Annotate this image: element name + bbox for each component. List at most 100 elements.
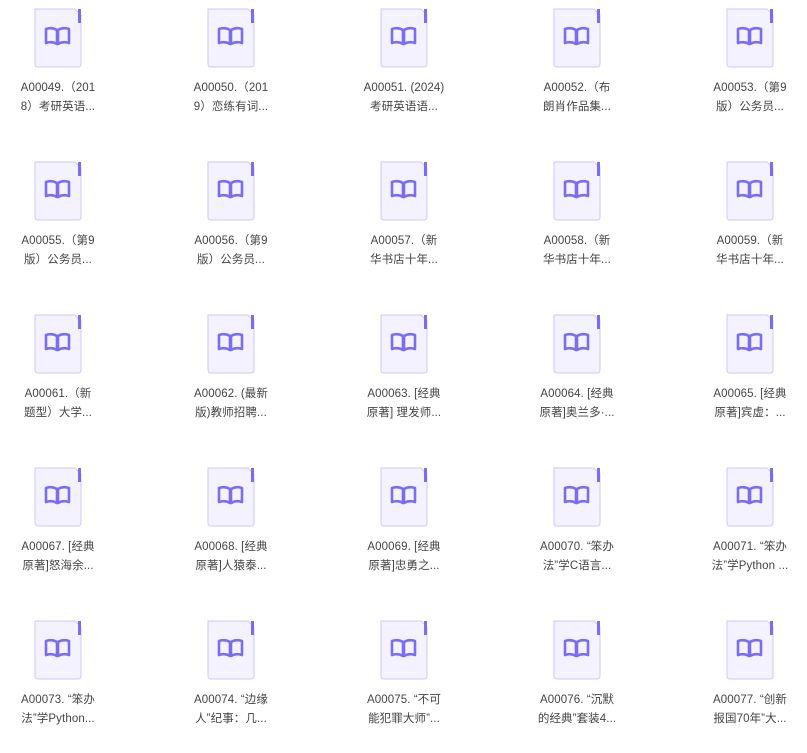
file-name-line2: 人”纪事：几... (195, 713, 267, 725)
file-name-line1: A00057.（新 (370, 235, 438, 247)
file-name-line2: 原著]宾虚：... (714, 407, 786, 419)
book-file-icon (377, 161, 431, 221)
file-item[interactable]: A00076. “沉默 的经典”套装4... (512, 613, 642, 753)
book-file-icon (377, 467, 431, 527)
book-file-icon (550, 467, 604, 527)
file-item[interactable]: A00056.（第9 版）公务员... (166, 154, 296, 294)
file-name-line1: A00062. (最新 (194, 388, 268, 400)
file-name: A00056.（第9 版）公务员... (166, 232, 296, 270)
file-name: A00067. [经典 原著]怒海余... (0, 538, 123, 576)
file-item[interactable]: A00071. “笨办 法”学Python ... (685, 460, 807, 600)
book-file-icon (723, 161, 777, 221)
file-name-line2: 朗肖作品集... (543, 101, 611, 113)
file-item[interactable]: A00058.（新 华书店十年... (512, 154, 642, 294)
file-item[interactable]: A00053.（第9 版）公务员... (685, 1, 807, 141)
file-item[interactable]: A00077. “创新 报国70年”大... (685, 613, 807, 753)
book-file-icon (31, 314, 85, 374)
file-name-line1: A00068. [经典 (194, 541, 268, 553)
file-item[interactable]: A00050.（201 9）恋练有词... (166, 1, 296, 141)
book-file-icon (31, 8, 85, 68)
file-name-line2: 的经典”套装4... (537, 713, 617, 725)
file-name-line2: 华书店十年... (370, 254, 438, 266)
book-file-icon (204, 620, 258, 680)
book-file-icon (31, 161, 85, 221)
book-file-icon (550, 314, 604, 374)
book-file-icon (550, 8, 604, 68)
file-name-line2: 法”学C语言... (542, 560, 612, 572)
file-name: A00077. “创新 报国70年”大... (685, 691, 807, 729)
book-file-icon (377, 620, 431, 680)
book-file-icon (550, 161, 604, 221)
file-name-line2: 9）恋练有词... (193, 101, 269, 113)
file-name-line2: 版）公务员... (24, 254, 92, 266)
file-name: A00071. “笨办 法”学Python ... (685, 538, 807, 576)
file-name-line2: 华书店十年... (716, 254, 784, 266)
file-name-line1: A00051. (2024) (363, 82, 445, 94)
file-item[interactable]: A00051. (2024) 考研英语语... (339, 1, 469, 141)
file-name-line2: 题型）大学... (24, 407, 92, 419)
file-name-line1: A00070. “笨办 (540, 541, 614, 553)
file-item[interactable]: A00064. [经典 原著]奥兰多·... (512, 307, 642, 447)
file-name: A00055.（第9 版）公务员... (0, 232, 123, 270)
file-name-line1: A00076. “沉默 (540, 694, 614, 706)
file-name: A00057.（新 华书店十年... (339, 232, 469, 270)
book-file-icon (723, 8, 777, 68)
file-name-line2: 版）公务员... (197, 254, 265, 266)
file-item[interactable]: A00059.（新 华书店十年... (685, 154, 807, 294)
file-name-line1: A00059.（新 (716, 235, 784, 247)
file-name-line1: A00077. “创新 (713, 694, 787, 706)
file-name-line2: 能犯罪大师”... (368, 713, 440, 725)
book-file-icon (550, 620, 604, 680)
file-name-line1: A00075. “不可 (367, 694, 441, 706)
file-name: A00059.（新 华书店十年... (685, 232, 807, 270)
file-name-line1: A00049.（201 (20, 82, 96, 94)
file-item[interactable]: A00067. [经典 原著]怒海余... (0, 460, 123, 600)
file-name-line2: 报国70年”大... (713, 713, 787, 725)
file-name-line2: 法”学Python ... (711, 560, 789, 572)
file-name-line1: A00050.（201 (193, 82, 269, 94)
file-item[interactable]: A00073. “笨办 法”学Python... (0, 613, 123, 753)
file-name: A00073. “笨办 法”学Python... (0, 691, 123, 729)
file-item[interactable]: A00069. [经典 原著]忠勇之... (339, 460, 469, 600)
file-name: A00075. “不可 能犯罪大师”... (339, 691, 469, 729)
file-item[interactable]: A00049.（201 8）考研英语... (0, 1, 123, 141)
file-name: A00050.（201 9）恋练有词... (166, 79, 296, 117)
file-item[interactable]: A00057.（新 华书店十年... (339, 154, 469, 294)
file-name: A00070. “笨办 法”学C语言... (512, 538, 642, 576)
file-item[interactable]: A00061.（新 题型）大学... (0, 307, 123, 447)
file-name-line2: 原著]人猿泰... (195, 560, 267, 572)
file-name-line2: 法”学Python... (21, 713, 95, 725)
file-name-line1: A00069. [经典 (367, 541, 441, 553)
file-name-line1: A00058.（新 (543, 235, 611, 247)
file-item[interactable]: A00075. “不可 能犯罪大师”... (339, 613, 469, 753)
file-item[interactable]: A00052.（布 朗肖作品集... (512, 1, 642, 141)
book-file-icon (723, 467, 777, 527)
file-name-line1: A00052.（布 (543, 82, 611, 94)
book-file-icon (204, 467, 258, 527)
file-name: A00061.（新 题型）大学... (0, 385, 123, 423)
book-file-icon (723, 314, 777, 374)
file-name: A00058.（新 华书店十年... (512, 232, 642, 270)
file-name-line2: 考研英语语... (370, 101, 438, 113)
book-file-icon (31, 620, 85, 680)
file-item[interactable]: A00074. “边缘 人”纪事：几... (166, 613, 296, 753)
file-item[interactable]: A00068. [经典 原著]人猿泰... (166, 460, 296, 600)
file-item[interactable]: A00063. [经典 原著] 理发师... (339, 307, 469, 447)
file-name-line2: 原著]忠勇之... (368, 560, 440, 572)
file-item[interactable]: A00055.（第9 版）公务员... (0, 154, 123, 294)
file-name: A00076. “沉默 的经典”套装4... (512, 691, 642, 729)
file-name: A00053.（第9 版）公务员... (685, 79, 807, 117)
file-name-line2: 原著]奥兰多·... (539, 407, 615, 419)
book-file-icon (204, 161, 258, 221)
file-item[interactable]: A00062. (最新 版)教师招聘... (166, 307, 296, 447)
file-name-line1: A00055.（第9 (21, 235, 95, 247)
file-name-line1: A00071. “笨办 (713, 541, 787, 553)
file-name: A00052.（布 朗肖作品集... (512, 79, 642, 117)
file-name-line1: A00061.（新 (24, 388, 92, 400)
file-item[interactable]: A00065. [经典 原著]宾虚：... (685, 307, 807, 447)
file-name: A00064. [经典 原著]奥兰多·... (512, 385, 642, 423)
file-item[interactable]: A00070. “笨办 法”学C语言... (512, 460, 642, 600)
file-name: A00049.（201 8）考研英语... (0, 79, 123, 117)
file-name-line2: 版）公务员... (716, 101, 784, 113)
file-name-line1: A00067. [经典 (21, 541, 95, 553)
